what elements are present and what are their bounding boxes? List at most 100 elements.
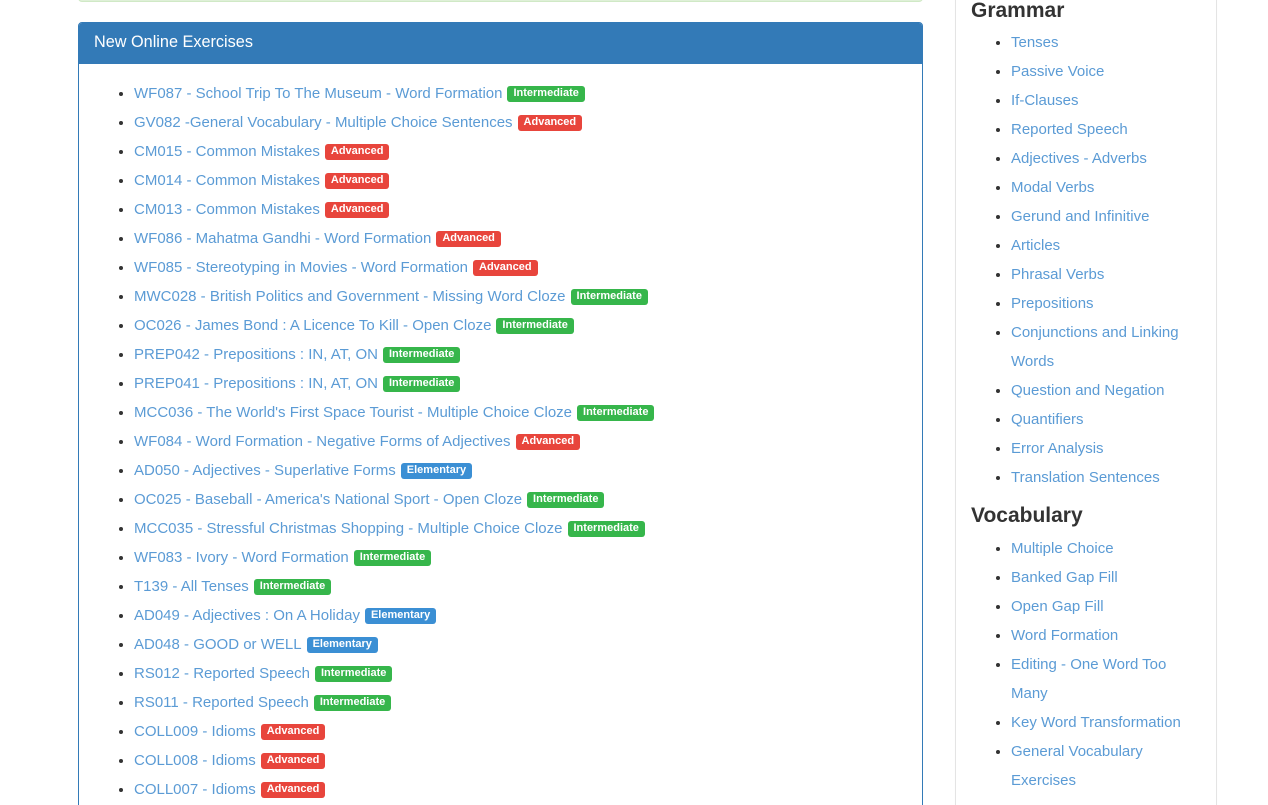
list-item: RS011 - Reported SpeechIntermediate [134,688,907,717]
sidebar-item-grammar[interactable]: Reported Speech [1011,121,1128,138]
sidebar-item-grammar[interactable]: Error Analysis [1011,440,1104,457]
level-badge: Advanced [261,782,326,798]
exercise-link[interactable]: CM015 - Common Mistakes [134,143,320,160]
exercise-link[interactable]: PREP041 - Prepositions : IN, AT, ON [134,375,378,392]
sidebar-item-grammar[interactable]: Conjunctions and Linking Words [1011,324,1179,370]
list-item: PREP041 - Prepositions : IN, AT, ON Inter… [134,369,907,398]
exercise-link[interactable]: MWC028 - British Politics and Government… [134,288,566,305]
panel-header: New Online Exercises [79,23,922,64]
exercise-link[interactable]: CM014 - Common Mistakes [134,172,320,189]
sidebar-item-vocabulary[interactable]: Key Word Transformation [1011,714,1181,731]
level-badge: Advanced [325,144,390,160]
sidebar-item-grammar[interactable]: Phrasal Verbs [1011,266,1104,283]
sidebar-item-vocabulary[interactable]: Banked Gap Fill [1011,569,1118,586]
level-badge: Intermediate [383,376,460,392]
previous-panel-edge [78,0,923,2]
list-item: COLL009 - Idioms Advanced [134,717,907,746]
list-item: MWC028 - British Politics and Government… [134,282,907,311]
sidebar-item-grammar[interactable]: Passive Voice [1011,63,1104,80]
level-badge: Intermediate [354,550,431,566]
exercise-link[interactable]: RS011 - Reported Speech [134,694,309,711]
level-badge: Intermediate [315,666,392,682]
page-root: New Online Exercises WF087 - School Trip… [0,0,1268,805]
level-badge: Elementary [401,463,472,479]
list-item: CM013 - Common MistakesAdvanced [134,195,907,224]
exercise-link[interactable]: MCC036 - The World's First Space Tourist… [134,404,572,421]
list-item: Key Word Transformation [1011,708,1201,737]
exercise-link[interactable]: WF085 - Stereotyping in Movies - Word Fo… [134,259,468,276]
exercise-link[interactable]: RS012 - Reported Speech [134,665,310,682]
page-title: New Online Exercises [94,33,907,53]
sidebar-item-vocabulary[interactable]: Editing - One Word Too Many [1011,656,1166,702]
sidebar-item-vocabulary[interactable]: Multiple Choice [1011,540,1114,557]
list-item: Adjectives - Adverbs [1011,144,1201,173]
exercise-list: WF087 - School Trip To The Museum - Word… [94,79,907,805]
list-item: Gerund and Infinitive [1011,202,1201,231]
exercise-link[interactable]: WF086 - Mahatma Gandhi - Word Formation [134,230,431,247]
exercise-link[interactable]: AD050 - Adjectives - Superlative Forms [134,462,396,479]
exercise-link[interactable]: COLL008 - Idioms [134,752,256,769]
list-item: Articles [1011,231,1201,260]
exercise-link[interactable]: CM013 - Common Mistakes [134,201,320,218]
sidebar-item-grammar[interactable]: Articles [1011,237,1060,254]
sidebar-item-grammar[interactable]: Prepositions [1011,295,1094,312]
exercise-link[interactable]: COLL009 - Idioms [134,723,256,740]
exercise-link[interactable]: AD048 - GOOD or WELL [134,636,302,653]
exercise-link[interactable]: AD049 - Adjectives : On A Holiday [134,607,360,624]
list-item: AD049 - Adjectives : On A HolidayElement… [134,601,907,630]
list-item: Quantifiers [1011,405,1201,434]
sidebar-heading-grammar: Grammar [971,0,1201,24]
sidebar-item-grammar[interactable]: Modal Verbs [1011,179,1094,196]
level-badge: Advanced [261,724,326,740]
level-badge: Intermediate [568,521,645,537]
sidebar-item-grammar[interactable]: Question and Negation [1011,382,1164,399]
sidebar-item-grammar[interactable]: Quantifiers [1011,411,1084,428]
exercise-link[interactable]: MCC035 - Stressful Christmas Shopping - … [134,520,563,537]
list-item: Translation Sentences [1011,463,1201,492]
list-item: WF086 - Mahatma Gandhi - Word Formation A… [134,224,907,253]
level-badge: Intermediate [507,86,584,102]
list-item: Passive Voice [1011,57,1201,86]
vocabulary-list: Multiple Choice Banked Gap Fill Open Gap F… [971,534,1201,795]
level-badge: Elementary [307,637,378,653]
sidebar-item-vocabulary[interactable]: Word Formation [1011,627,1118,644]
grammar-list: Tenses Passive Voice If-Clauses Reported Sp… [971,28,1201,492]
main-content-column: New Online Exercises WF087 - School Trip… [78,22,923,805]
exercise-link[interactable]: WF084 - Word Formation - Negative Forms … [134,433,511,450]
exercise-link[interactable]: WF083 - Ivory - Word Formation [134,549,349,566]
list-item: OC025 - Baseball - America's National Sp… [134,485,907,514]
sidebar-item-grammar[interactable]: Gerund and Infinitive [1011,208,1149,225]
list-item: GV082 -General Vocabulary - Multiple Cho… [134,108,907,137]
level-badge: Intermediate [496,318,573,334]
list-item: Conjunctions and Linking Words [1011,318,1201,376]
list-item: AD048 - GOOD or WELL Elementary [134,630,907,659]
list-item: If-Clauses [1011,86,1201,115]
exercise-link[interactable]: GV082 -General Vocabulary - Multiple Cho… [134,114,513,131]
level-badge: Advanced [516,434,581,450]
level-badge: Intermediate [577,405,654,421]
list-item: PREP042 - Prepositions : IN, AT, ONInter… [134,340,907,369]
sidebar-item-vocabulary[interactable]: General Vocabulary Exercises [1011,743,1143,789]
exercise-link[interactable]: OC025 - Baseball - America's National Sp… [134,491,522,508]
sidebar-item-grammar[interactable]: Tenses [1011,34,1059,51]
exercise-link[interactable]: COLL007 - Idioms [134,781,256,798]
exercise-link[interactable]: T139 - All Tenses [134,578,249,595]
sidebar-item-vocabulary[interactable]: Open Gap Fill [1011,598,1104,615]
sidebar-item-grammar[interactable]: Adjectives - Adverbs [1011,150,1147,167]
list-item: COLL008 - IdiomsAdvanced [134,746,907,775]
categories-panel-body: Grammar Tenses Passive Voice If-Clauses Rep… [956,0,1216,805]
list-item: COLL007 - Idioms Advanced [134,775,907,804]
exercise-link[interactable]: WF087 - School Trip To The Museum - Word… [134,85,502,102]
list-item: CM014 - Common MistakesAdvanced [134,166,907,195]
list-item: Word Formation [1011,621,1201,650]
sidebar-item-grammar[interactable]: Translation Sentences [1011,469,1160,486]
level-badge: Advanced [436,231,501,247]
exercise-link[interactable]: PREP042 - Prepositions : IN, AT, ON [134,346,378,363]
list-item: Modal Verbs [1011,173,1201,202]
list-item: Multiple Choice [1011,534,1201,563]
sidebar-item-grammar[interactable]: If-Clauses [1011,92,1079,109]
sidebar-heading-vocabulary: Vocabulary [971,502,1201,529]
list-item: Phrasal Verbs [1011,260,1201,289]
level-badge: Advanced [518,115,583,131]
exercise-link[interactable]: OC026 - James Bond : A Licence To Kill -… [134,317,491,334]
